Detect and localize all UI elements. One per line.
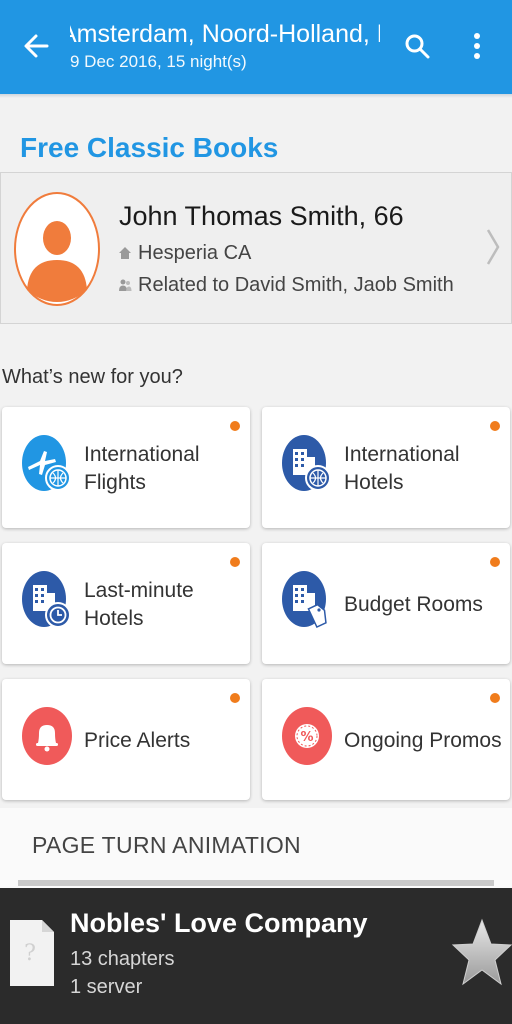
profile-location: Hesperia CA <box>118 242 251 265</box>
divider <box>18 880 494 886</box>
tile-label: Ongoing Promos <box>344 727 502 755</box>
profile-related: Related to David Smith, Jaob Smith <box>118 274 454 297</box>
svg-text:?: ? <box>24 941 36 966</box>
tile-ongoing-promos[interactable]: % Ongoing Promos <box>262 679 510 800</box>
new-indicator-dot <box>230 557 240 567</box>
flight-globe-icon <box>22 433 72 495</box>
svg-text:%: % <box>300 730 313 745</box>
tile-label: International Hotels <box>344 441 460 497</box>
tile-label-line1: Ongoing Promos <box>344 729 502 752</box>
app-bar-titles: Amsterdam, Noord-Holland, Netherlands 9 … <box>70 18 380 74</box>
tile-label-line2: Flights <box>84 471 146 494</box>
tile-international-flights[interactable]: International Flights <box>2 407 250 528</box>
percent-badge-icon: % <box>282 705 332 767</box>
tile-label-line2: Hotels <box>344 471 404 494</box>
tile-label-line1: International <box>84 443 200 466</box>
search-icon[interactable] <box>400 28 434 64</box>
section-title: Free Classic Books <box>20 132 279 163</box>
tile-international-hotels[interactable]: International Hotels <box>262 407 510 528</box>
back-arrow-icon[interactable] <box>20 28 52 64</box>
hotel-clock-icon <box>22 569 72 631</box>
chevron-right-icon[interactable] <box>485 227 501 267</box>
home-icon <box>118 246 134 262</box>
new-indicator-dot <box>230 421 240 431</box>
star-icon[interactable] <box>448 914 512 990</box>
tile-label: Last-minute Hotels <box>84 577 194 633</box>
app-bar-shadow <box>0 94 512 98</box>
tile-label-line2: Hotels <box>84 607 144 630</box>
whats-new-heading: What’s new for you? <box>2 366 183 388</box>
more-options-icon[interactable] <box>460 28 494 64</box>
book-title: Nobles' Love Company <box>70 908 368 938</box>
profile-related-text: Related to David Smith, Jaob Smith <box>138 274 454 296</box>
tile-price-alerts[interactable]: Price Alerts <box>2 679 250 800</box>
now-playing-bar[interactable]: ? Nobles' Love Company 13 chapters 1 ser… <box>0 888 512 1024</box>
avatar <box>13 190 101 308</box>
profile-location-text: Hesperia CA <box>138 242 252 264</box>
tile-label-line1: Budget Rooms <box>344 593 483 616</box>
new-indicator-dot <box>490 557 500 567</box>
book-cover-icon: ? <box>8 918 56 988</box>
tile-label: International Flights <box>84 441 200 497</box>
tile-last-minute-hotels[interactable]: Last-minute Hotels <box>2 543 250 664</box>
app-bar-subtitle: 9 Dec 2016, 15 night(s) <box>70 52 247 71</box>
app-bar: Amsterdam, Noord-Holland, Netherlands 9 … <box>0 0 512 94</box>
tile-label-line1: International <box>344 443 460 466</box>
new-indicator-dot <box>230 693 240 703</box>
app-bar-title: Amsterdam, Noord-Holland, Netherlands <box>70 20 380 48</box>
bell-icon <box>22 705 72 767</box>
hotel-globe-icon <box>282 433 332 495</box>
new-indicator-dot <box>490 693 500 703</box>
new-indicator-dot <box>490 421 500 431</box>
page-turn-label: PAGE TURN ANIMATION <box>32 832 301 858</box>
people-icon <box>118 278 134 294</box>
book-server: 1 server <box>70 976 143 998</box>
tile-label-line1: Price Alerts <box>84 729 191 752</box>
tile-label-line1: Last-minute <box>84 579 194 602</box>
tile-label: Price Alerts <box>84 727 190 755</box>
tile-label: Budget Rooms <box>344 591 483 619</box>
profile-name: John Thomas Smith, 66 <box>119 201 404 231</box>
profile-card[interactable]: John Thomas Smith, 66 <box>0 172 512 324</box>
page-turn-section[interactable]: PAGE TURN ANIMATION <box>0 808 512 888</box>
hotel-tag-icon <box>282 569 332 631</box>
book-chapters: 13 chapters <box>70 948 175 970</box>
tile-budget-rooms[interactable]: Budget Rooms <box>262 543 510 664</box>
